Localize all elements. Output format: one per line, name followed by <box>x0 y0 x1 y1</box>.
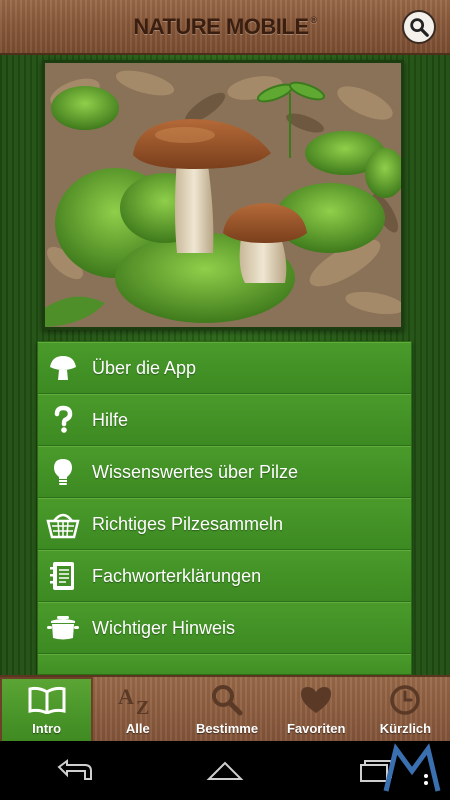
book-icon <box>28 683 66 717</box>
clock-icon <box>389 683 421 717</box>
app-header: NATURE MOBILE ® <box>0 0 450 55</box>
menu-item-label: Hilfe <box>92 409 129 430</box>
bottom-tab-bar: Intro A Z Alle Bestimme Favoriten Kürzli… <box>0 675 450 741</box>
tab-identify[interactable]: Bestimme <box>182 677 271 741</box>
home-button[interactable] <box>195 751 255 791</box>
brand-name: NATURE MOBILE <box>133 13 309 39</box>
menu-item-help[interactable]: Hilfe <box>38 394 411 446</box>
menu-item-about[interactable]: Über die App <box>38 342 411 394</box>
svg-text:Z: Z <box>136 697 149 716</box>
menu-item-important-note[interactable]: Wichtiger Hinweis <box>38 602 411 654</box>
mushroom-icon <box>46 351 80 385</box>
magnifier-icon <box>210 683 244 717</box>
basket-icon <box>46 507 80 541</box>
menu-item-mushroom-facts[interactable]: Wissenswertes über Pilze <box>38 446 411 498</box>
notebook-icon <box>46 559 80 593</box>
menu-item-label: Wichtiger Hinweis <box>92 617 236 638</box>
menu-item-label: Über die App <box>92 357 197 378</box>
menu-item-glossary[interactable]: Fachworterklärungen <box>38 550 411 602</box>
menu-item-partial[interactable] <box>38 654 411 674</box>
question-icon <box>46 403 80 437</box>
intro-menu: Über die App Hilfe Wissenswertes über Pi… <box>37 341 412 675</box>
tab-intro[interactable]: Intro <box>0 677 94 741</box>
tab-label: Kürzlich <box>379 721 432 736</box>
menu-item-label: Fachworterklärungen <box>92 565 262 586</box>
az-sort-icon: A Z <box>116 683 160 717</box>
tab-label: Bestimme <box>195 721 259 736</box>
corner-logo-icon <box>382 743 442 800</box>
tab-label: Favoriten <box>286 721 346 736</box>
back-icon <box>57 758 92 780</box>
menu-item-label: Richtiges Pilzesammeln <box>92 513 284 534</box>
mushroom-photo <box>45 63 401 327</box>
main-content: Über die App Hilfe Wissenswertes über Pi… <box>0 55 450 675</box>
brand-logo: NATURE MOBILE ® <box>133 13 318 40</box>
heart-icon <box>299 683 333 717</box>
tab-label: Intro <box>32 721 62 736</box>
home-icon <box>206 761 244 780</box>
menu-item-collecting[interactable]: Richtiges Pilzesammeln <box>38 498 411 550</box>
search-icon <box>410 18 429 37</box>
tab-favorites[interactable]: Favoriten <box>272 677 361 741</box>
pot-icon <box>46 611 80 645</box>
system-nav-bar <box>0 741 450 800</box>
search-button[interactable] <box>402 10 436 44</box>
svg-text:A: A <box>118 684 134 709</box>
tab-all[interactable]: A Z Alle <box>93 677 182 741</box>
tab-recent[interactable]: Kürzlich <box>361 677 450 741</box>
back-button[interactable] <box>45 751 105 791</box>
photo-frame <box>42 60 404 330</box>
menu-item-label: Wissenswertes über Pilze <box>92 461 299 482</box>
lightbulb-icon <box>46 455 80 489</box>
tab-label: Alle <box>125 721 150 736</box>
brand-registered-mark: ® <box>310 14 318 25</box>
